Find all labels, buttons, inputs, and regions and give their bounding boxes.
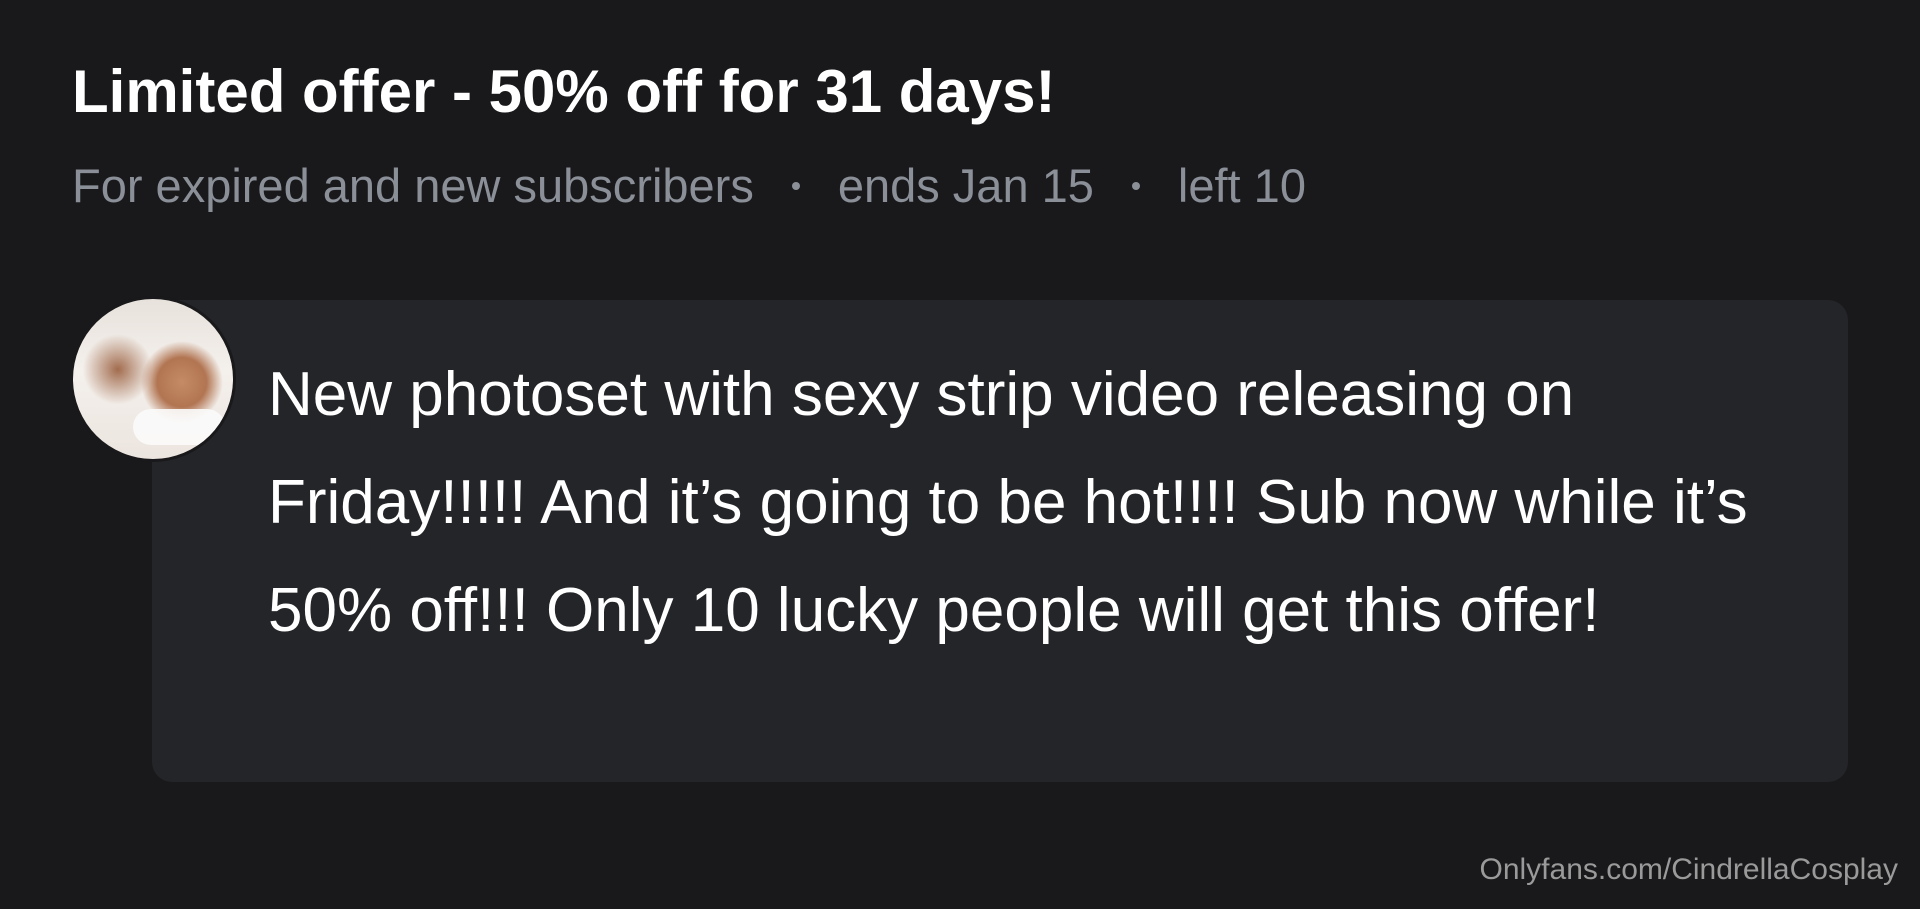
- separator-dot: [1131, 182, 1140, 190]
- offer-title: Limited offer - 50% off for 31 days!: [72, 58, 1056, 125]
- offer-end-date: ends Jan 15: [837, 159, 1094, 212]
- offer-audience: For expired and new subscribers: [72, 159, 754, 212]
- offer-remaining: left 10: [1177, 159, 1306, 212]
- avatar[interactable]: [70, 296, 236, 462]
- offer-meta: For expired and new subscribers ends Jan…: [72, 156, 1306, 216]
- watermark: Onlyfans.com/CindrellaCosplay: [1479, 853, 1898, 886]
- avatar-photo: [73, 299, 233, 459]
- message-text: New photoset with sexy strip video relea…: [268, 360, 1748, 645]
- separator-dot: [791, 182, 800, 190]
